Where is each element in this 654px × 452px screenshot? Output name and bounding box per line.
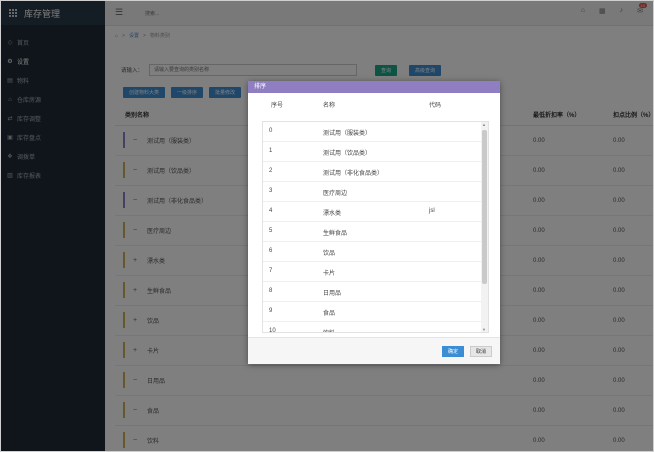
item-name: 卡片 [323,271,336,277]
item-index: 8 [269,288,273,294]
item-name: 饮料 [323,328,335,332]
item-name: 测试用（非化食品类） [323,171,384,177]
scrollbar-thumb[interactable] [482,130,487,284]
col-code: 代码 [429,103,442,109]
sort-list-item[interactable]: 0 测试用（服装类） [263,122,488,142]
sort-list-item[interactable]: 2 测试用（非化食品类） [263,162,488,182]
sort-list-item[interactable]: 4 漂水类 jsl [263,202,488,222]
confirm-button[interactable]: 确定 [441,346,464,357]
item-index: 10 [269,328,276,333]
dialog-column-headers: 序号 名称 代码 [248,93,500,113]
item-index: 5 [269,228,273,234]
item-index: 9 [269,308,273,314]
item-name: 食品 [323,311,336,317]
item-name: 日用品 [323,291,342,297]
item-index: 1 [269,148,273,154]
col-index: 序号 [271,103,284,109]
item-name: 测试用（饮品类） [323,151,372,157]
sort-list-item[interactable]: 8 日用品 [263,282,488,302]
sort-list-item[interactable]: 3 医疗周边 [263,182,488,202]
item-name: 饮品 [323,251,336,257]
item-name: 漂水类 [323,211,342,217]
sort-list-item[interactable]: 5 生鲜食品 [263,222,488,242]
sort-list-item[interactable]: 7 卡片 [263,262,488,282]
scroll-up-icon[interactable]: ▲ [482,122,486,127]
sort-list-item[interactable]: 9 食品 [263,302,488,322]
scroll-down-icon[interactable]: ▼ [482,327,486,332]
item-index: 2 [269,168,273,174]
scrollbar[interactable]: ▲ ▼ [481,122,488,332]
sort-list-item[interactable]: 1 测试用（饮品类） [263,142,488,162]
item-index: 3 [269,188,273,194]
col-name: 名称 [323,103,336,109]
sort-dialog: 排序 序号 名称 代码 0 测试用（服装类） 1 测试用（饮品类） 2 测试用（非化食品类… [248,81,500,364]
item-name: 医疗周边 [323,191,348,197]
item-index: 0 [269,128,273,134]
item-name: 生鲜食品 [323,231,348,237]
dialog-title: 排序 [248,81,500,93]
item-index: 4 [269,208,273,214]
item-name: 测试用（服装类） [323,131,372,137]
sort-list-item[interactable]: 10 饮料 [263,322,488,333]
app-window: 库存管理 ◇首页⚙设置▤物料⌂仓库房源⇄库存调整▣库存盘点❖调拨单▥库存报表 ☰… [0,0,654,452]
sort-list[interactable]: 0 测试用（服装类） 1 测试用（饮品类） 2 测试用（非化食品类） 3 医疗周边 4 漂水类 js… [262,121,489,333]
item-index: 7 [269,268,273,274]
item-index: 6 [269,248,273,254]
sort-list-item[interactable]: 6 饮品 [263,242,488,262]
dialog-footer: 确定 取消 [248,337,500,364]
cancel-button[interactable]: 取消 [469,346,492,357]
item-code: jsl [429,208,435,214]
